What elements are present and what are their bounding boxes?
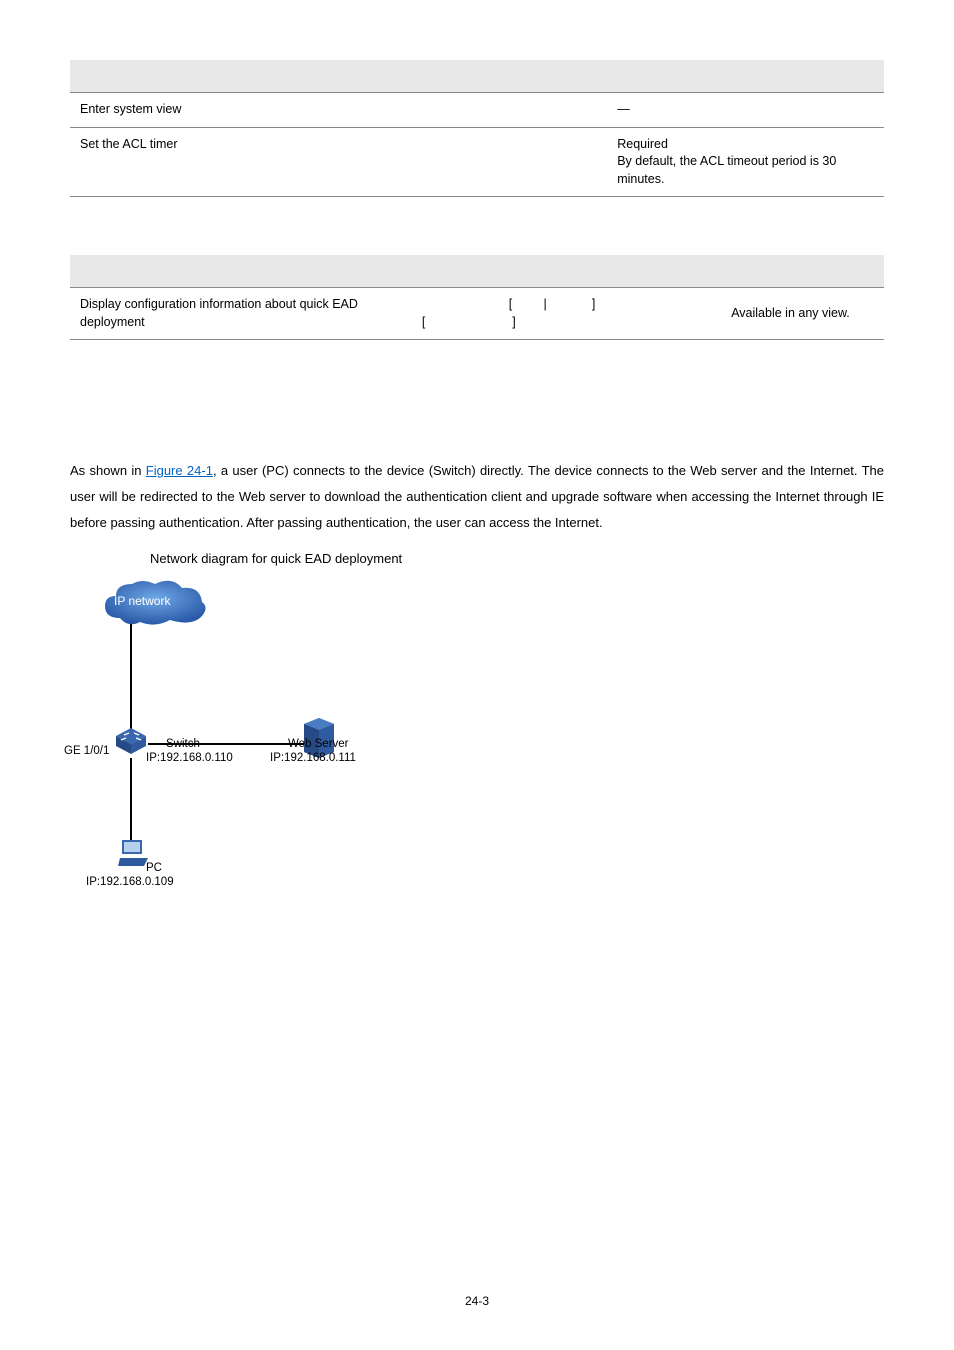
bracket: [ bbox=[509, 297, 512, 311]
cell-todo: Enter system view bbox=[70, 93, 339, 128]
cloud-label: IP network bbox=[114, 593, 170, 610]
bracket: ] bbox=[512, 315, 515, 329]
cell-cmd bbox=[339, 127, 608, 197]
pc-ip: IP:192.168.0.109 bbox=[86, 874, 174, 890]
cell-cmd: [ | ] [ ] bbox=[412, 288, 721, 340]
table-row: Enter system view — bbox=[70, 93, 884, 128]
bracket: [ bbox=[422, 315, 425, 329]
bracket: ] bbox=[592, 297, 595, 311]
para-text: As shown in bbox=[70, 463, 146, 478]
cell-todo: Set the ACL timer bbox=[70, 127, 339, 197]
page-number: 24-3 bbox=[0, 1293, 954, 1310]
server-ip: IP:192.168.0.111 bbox=[270, 750, 356, 766]
body-paragraph: As shown in Figure 24-1, a user (PC) con… bbox=[70, 458, 884, 536]
link-line bbox=[130, 758, 132, 840]
cell-todo: Display configuration information about … bbox=[70, 288, 412, 340]
figure-caption: Network diagram for quick EAD deployment bbox=[70, 550, 884, 568]
link-line bbox=[130, 624, 132, 730]
bar: | bbox=[543, 297, 546, 311]
table-row: Display configuration information about … bbox=[70, 288, 884, 340]
table-row: Set the ACL timer Required By default, t… bbox=[70, 127, 884, 197]
cell-desc: Available in any view. bbox=[721, 288, 884, 340]
switch-icon bbox=[112, 726, 150, 756]
switch-ip: IP:192.168.0.110 bbox=[146, 750, 233, 766]
cell-desc: — bbox=[607, 93, 884, 128]
cell-cmd bbox=[339, 93, 608, 128]
port-label: GE 1/0/1 bbox=[64, 743, 109, 759]
table-procedure: Enter system view — Set the ACL timer Re… bbox=[70, 60, 884, 197]
cell-desc: Required By default, the ACL timeout per… bbox=[607, 127, 884, 197]
network-diagram: IP network GE 1/0/1 Switch IP:192.168.0.… bbox=[70, 578, 430, 908]
figure-link[interactable]: Figure 24-1 bbox=[146, 463, 213, 478]
table-display: Display configuration information about … bbox=[70, 255, 884, 340]
